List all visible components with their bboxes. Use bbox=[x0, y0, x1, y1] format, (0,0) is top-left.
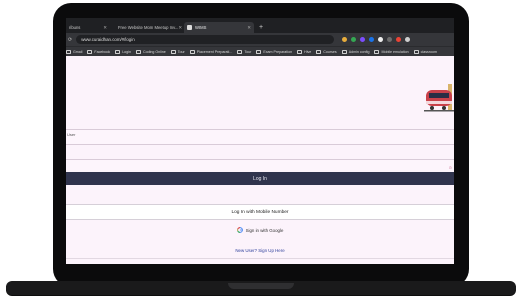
bookmark-item[interactable]: Facebook bbox=[87, 50, 110, 54]
bookmark-item[interactable]: Admin config bbox=[341, 50, 370, 54]
tab-2[interactable]: Free Website Mom Meetup Inv... ✕ bbox=[112, 22, 182, 33]
new-tab-button[interactable]: + bbox=[259, 22, 263, 33]
close-icon[interactable]: ✕ bbox=[178, 25, 182, 31]
bookmark-item[interactable]: Placement Preparati... bbox=[189, 50, 233, 54]
extension-icon[interactable] bbox=[342, 37, 348, 42]
bookmark-item[interactable]: Exam Preparation bbox=[256, 50, 292, 54]
bookmark-label: Tour bbox=[177, 50, 185, 54]
mobile-login-button[interactable]: Log In with Mobile Number bbox=[66, 204, 454, 220]
laptop-mockup: ribuns ✕ Free Website Mom Meetup Inv... … bbox=[0, 0, 522, 302]
google-signin-label: Sign in with Google bbox=[245, 227, 284, 233]
login-button[interactable]: Log In bbox=[66, 172, 454, 185]
url-text: www.curaidhan.com/#/login bbox=[81, 37, 135, 42]
folder-icon bbox=[256, 50, 262, 54]
bookmark-label: Login bbox=[122, 50, 131, 54]
extension-icon[interactable] bbox=[351, 37, 357, 42]
bookmark-item[interactable]: Tour bbox=[237, 50, 251, 54]
folder-icon bbox=[189, 50, 195, 54]
folder-icon bbox=[170, 50, 176, 54]
bookmark-label: Gmail bbox=[73, 50, 83, 54]
bookmark-item[interactable]: Tour bbox=[170, 50, 185, 54]
divider bbox=[66, 258, 454, 259]
folder-icon bbox=[237, 50, 243, 54]
signup-label: New User? Sign Up Here bbox=[235, 247, 285, 253]
laptop-notch bbox=[228, 283, 294, 289]
login-hero bbox=[66, 56, 454, 128]
folder-icon bbox=[115, 50, 121, 54]
extension-icon[interactable] bbox=[360, 37, 366, 42]
reload-icon[interactable]: ⟳ bbox=[68, 37, 72, 43]
google-icon bbox=[236, 227, 243, 233]
folder-icon bbox=[413, 50, 419, 54]
bookmark-item[interactable]: Login bbox=[115, 50, 131, 54]
browser-window: ribuns ✕ Free Website Mom Meetup Inv... … bbox=[66, 18, 454, 264]
signup-link[interactable]: New User? Sign Up Here bbox=[66, 244, 454, 256]
bookmark-label: Coding Online bbox=[142, 50, 166, 54]
user-label: User bbox=[67, 132, 76, 137]
profile-icon[interactable] bbox=[378, 37, 384, 42]
folder-icon bbox=[316, 50, 322, 54]
favicon-icon bbox=[187, 25, 192, 30]
google-signin-button[interactable]: Sign in with Google bbox=[66, 224, 454, 236]
bookmark-item[interactable]: Gmail bbox=[66, 50, 82, 54]
folder-icon bbox=[297, 50, 303, 54]
bookmark-label: Exam Preparation bbox=[263, 50, 293, 54]
bookmark-label: Mobile emulation bbox=[381, 50, 409, 54]
bookmark-item[interactable]: Mobile emulation bbox=[374, 50, 409, 54]
close-icon[interactable]: ✕ bbox=[103, 25, 107, 31]
folder-icon bbox=[87, 50, 93, 54]
extension-icon[interactable] bbox=[396, 37, 402, 42]
menu-icon[interactable] bbox=[405, 37, 411, 42]
folder-icon bbox=[341, 50, 347, 54]
extension-icon[interactable] bbox=[387, 37, 393, 42]
tab-label: Free Website Mom Meetup Inv... bbox=[118, 25, 179, 30]
bookmark-label: Facebook bbox=[94, 50, 111, 54]
bookmark-label: Placement Preparati... bbox=[196, 50, 233, 54]
eye-icon[interactable]: ⊙ bbox=[449, 165, 452, 170]
address-bar: ⟳ www.curaidhan.com/#/login bbox=[66, 33, 454, 46]
folder-icon bbox=[135, 50, 141, 54]
tab-bar: ribuns ✕ Free Website Mom Meetup Inv... … bbox=[66, 18, 454, 33]
bookmark-label: Tour bbox=[244, 50, 252, 54]
url-field[interactable]: www.curaidhan.com/#/login bbox=[76, 35, 335, 44]
tab-label: WIMS bbox=[195, 25, 207, 30]
folder-icon bbox=[374, 50, 380, 54]
bookmark-item[interactable]: Courses bbox=[316, 50, 337, 54]
extensions bbox=[340, 37, 412, 42]
mobile-login-label: Log In with Mobile Number bbox=[231, 209, 289, 215]
extension-icon[interactable] bbox=[369, 37, 375, 42]
bookmark-label: Courses bbox=[323, 50, 337, 54]
tab-label: ribuns bbox=[69, 25, 81, 30]
bookmark-item[interactable]: classroom bbox=[413, 50, 438, 54]
bookmark-label: Admin config bbox=[348, 50, 370, 54]
bookmark-item[interactable]: Coding Online bbox=[135, 50, 166, 54]
user-field[interactable]: User bbox=[66, 129, 454, 145]
folder-icon bbox=[66, 50, 71, 54]
tab-3[interactable]: WIMS ✕ bbox=[184, 22, 254, 33]
tab-1[interactable]: ribuns ✕ bbox=[66, 22, 110, 33]
bookmark-label: classroom bbox=[420, 50, 438, 54]
bookmark-item[interactable]: Hive bbox=[297, 50, 311, 54]
train-illustration-icon bbox=[424, 84, 454, 112]
close-icon[interactable]: ✕ bbox=[247, 25, 251, 31]
bookmark-label: Hive bbox=[304, 50, 312, 54]
